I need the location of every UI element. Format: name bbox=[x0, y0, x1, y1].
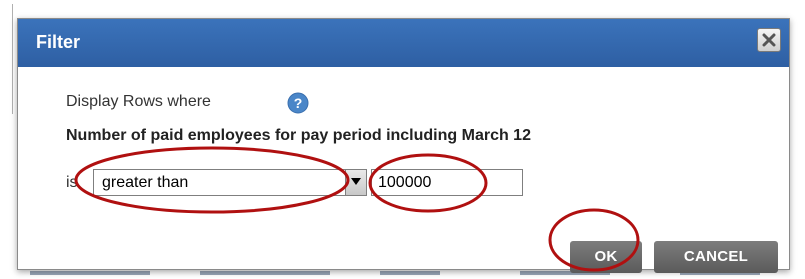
close-button[interactable] bbox=[757, 28, 781, 52]
triangle-down-icon bbox=[351, 178, 361, 185]
filter-prompt: Display Rows where bbox=[66, 93, 211, 110]
ok-button[interactable]: OK bbox=[570, 241, 642, 273]
filter-dialog: Filter Display Rows where ? Number of pa… bbox=[17, 18, 790, 273]
dropdown-arrow-button[interactable] bbox=[345, 170, 366, 195]
screenshot-stage: Filter Display Rows where ? Number of pa… bbox=[0, 0, 805, 279]
dialog-titlebar[interactable]: Filter bbox=[18, 19, 789, 67]
filter-value-input[interactable] bbox=[371, 169, 523, 196]
dialog-title: Filter bbox=[36, 32, 81, 52]
background-divider bbox=[12, 4, 13, 114]
filter-column-name: Number of paid employees for pay period … bbox=[66, 127, 531, 144]
operator-selected-value: greater than bbox=[102, 174, 189, 191]
operator-select[interactable]: greater than bbox=[93, 169, 367, 196]
svg-text:?: ? bbox=[294, 95, 303, 111]
background-link-fragment bbox=[30, 271, 150, 275]
background-link-fragment bbox=[200, 271, 330, 275]
close-icon bbox=[758, 29, 780, 51]
help-icon: ? bbox=[287, 92, 309, 118]
condition-label: is bbox=[66, 174, 78, 191]
cancel-button[interactable]: CANCEL bbox=[654, 241, 778, 273]
help-button[interactable]: ? bbox=[287, 92, 309, 114]
background-link-fragment bbox=[380, 271, 440, 275]
